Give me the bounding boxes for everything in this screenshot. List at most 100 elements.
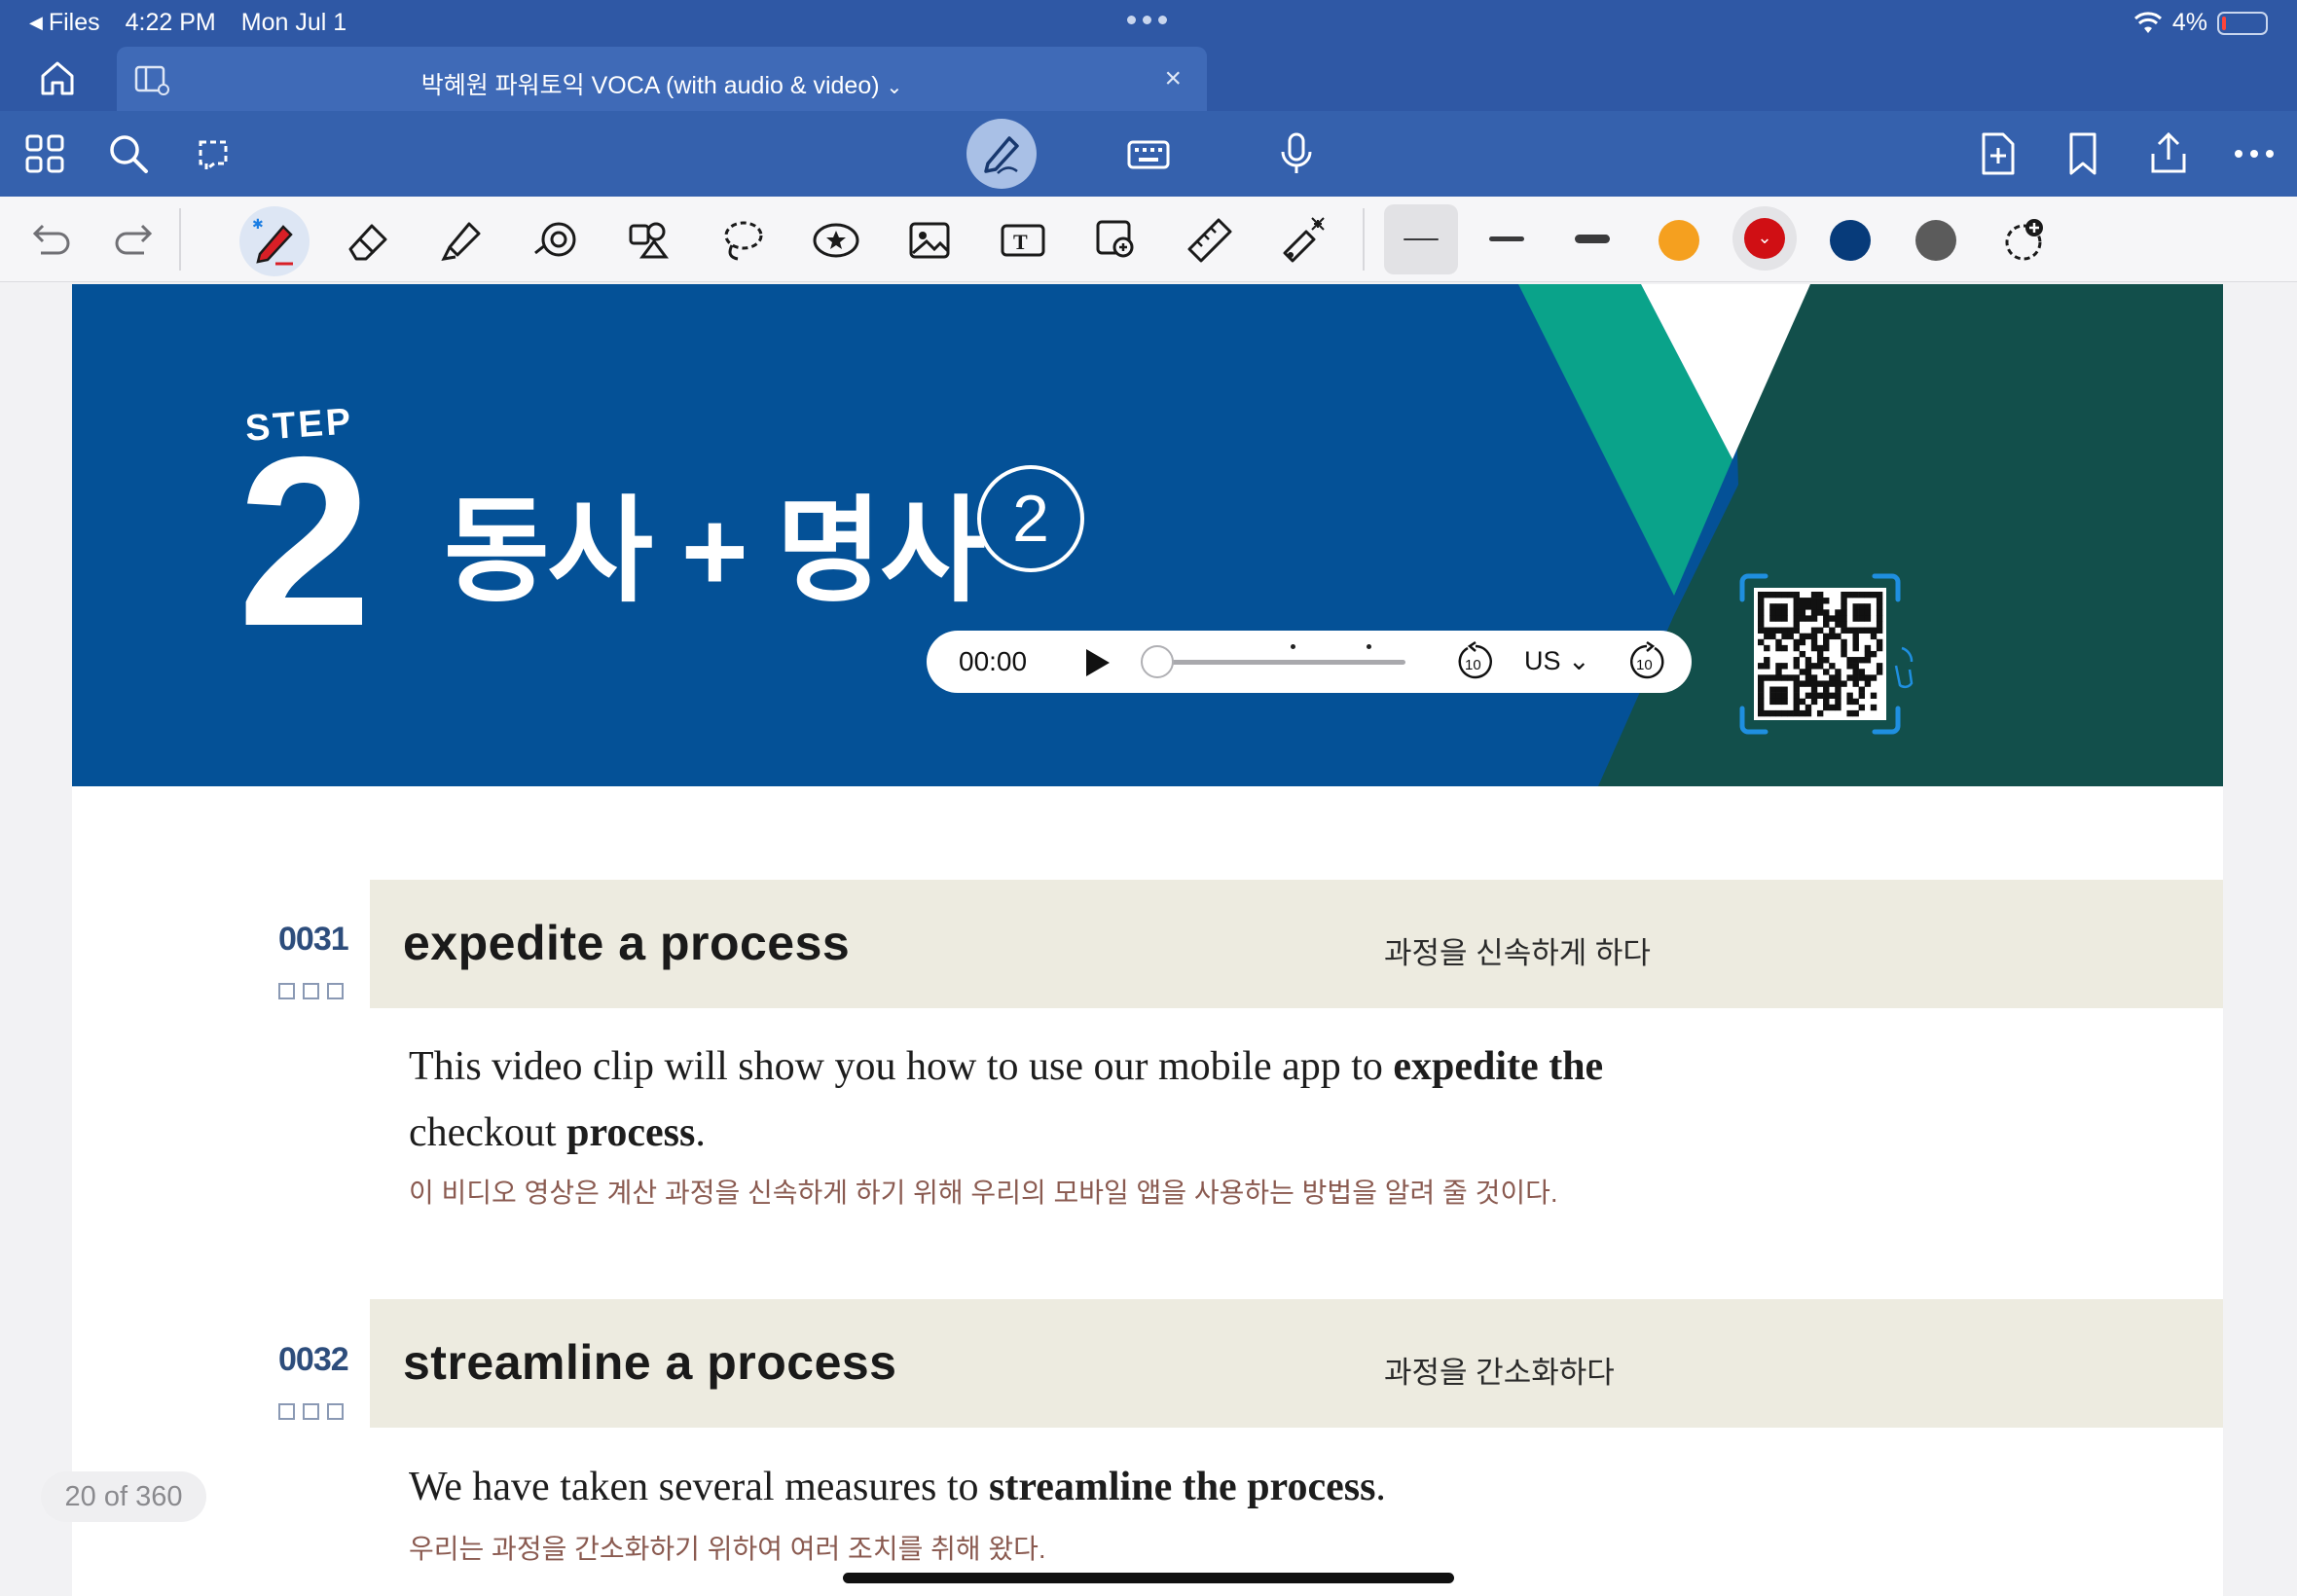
document-page[interactable]: STEP 2 동사 + 명사 2 00:00 10 US ⌄ 10 0031 e…: [72, 284, 2223, 1596]
bookmark-icon[interactable]: [2060, 130, 2106, 177]
add-page-icon[interactable]: [1974, 130, 2021, 177]
microphone-icon[interactable]: [1273, 130, 1320, 177]
entry-translation: 우리는 과정을 간소화하기 위하여 여러 조치를 취해 왔다.: [409, 1534, 1046, 1564]
sticker-tool-button[interactable]: [810, 214, 862, 267]
entry-number: 0032: [278, 1341, 349, 1378]
eraser-icon: [348, 224, 387, 261]
example-text: .: [1375, 1465, 1386, 1509]
battery-percent: 4%: [2171, 9, 2207, 36]
close-tab-icon[interactable]: ×: [1164, 62, 1182, 95]
page-counter[interactable]: 20 of 360: [41, 1471, 206, 1522]
entry-check-boxes[interactable]: [278, 983, 344, 999]
shapes-icon: [629, 222, 669, 259]
main-toolbar: [0, 111, 2297, 197]
step-number: 2: [237, 406, 372, 676]
shape-icon: [534, 222, 576, 257]
grid-view-icon[interactable]: [21, 130, 68, 177]
rewind-10-icon[interactable]: 10: [1454, 640, 1497, 683]
undo-button[interactable]: [23, 214, 76, 267]
forward-10-icon[interactable]: 10: [1625, 640, 1668, 683]
audio-progress-track[interactable]: [1143, 660, 1405, 665]
example-text: .: [695, 1110, 706, 1155]
rewind-seconds: 10: [1465, 657, 1481, 673]
wifi-icon: [2133, 11, 2162, 33]
document-tab[interactable]: 박혜원 파워토익 VOCA (with audio & video) ⌄ ×: [117, 47, 1207, 111]
multitasking-dots-icon[interactable]: [1127, 16, 1167, 24]
image-tool-button[interactable]: [903, 214, 956, 267]
home-indicator[interactable]: [843, 1573, 1454, 1583]
stroke-thick-button[interactable]: [1555, 204, 1629, 274]
annotation-toolbar: ✱ T ⌄: [0, 197, 2297, 282]
entry-translation: 이 비디오 영상은 계산 과정을 신속하게 하기 위해 우리의 모바일 앱을 사…: [409, 1178, 1558, 1208]
pen-tool-button[interactable]: ✱: [239, 206, 310, 276]
back-app-label: Files: [48, 9, 100, 36]
highlighter-tool-button[interactable]: [436, 214, 489, 267]
color-swatch-red-selected[interactable]: ⌄: [1732, 206, 1797, 271]
back-to-app-link[interactable]: ◀ Files: [29, 9, 100, 37]
search-icon[interactable]: [105, 130, 152, 177]
status-bar: ◀ Files 4:22 PM Mon Jul 1 4%: [0, 0, 2297, 45]
keyboard-icon[interactable]: [1125, 130, 1172, 177]
lasso-tool-button[interactable]: [716, 214, 769, 267]
check-box[interactable]: [303, 1403, 319, 1420]
chevron-down-icon: ⌄: [1568, 646, 1590, 675]
check-box[interactable]: [278, 1403, 295, 1420]
pen-mode-button[interactable]: [966, 119, 1037, 189]
status-time: 4:22 PM: [125, 9, 216, 36]
audio-scrubber-handle[interactable]: [1141, 645, 1174, 678]
more-options-icon[interactable]: [2231, 130, 2278, 177]
ruler-icon: [1187, 218, 1232, 263]
add-color-icon: [2005, 219, 2043, 261]
chevron-down-icon[interactable]: ⌄: [887, 77, 903, 98]
qr-code-icon[interactable]: [1738, 572, 1914, 747]
entry-number: 0031: [278, 921, 349, 958]
entry-meaning: 과정을 신속하게 하다: [1384, 936, 1651, 970]
check-box[interactable]: [303, 983, 319, 999]
stroke-medium-button[interactable]: [1470, 204, 1544, 274]
stroke-thin-button[interactable]: [1384, 204, 1458, 274]
document-tab-title: 박혜원 파워토익 VOCA (with audio & video): [420, 72, 880, 99]
audio-language: US: [1524, 646, 1561, 675]
audio-chapter-marker: [1367, 644, 1371, 649]
example-text: We have taken several measures to: [409, 1465, 990, 1509]
undo-icon: [32, 224, 70, 255]
ruler-tool-button[interactable]: [1184, 214, 1236, 267]
text-tool-button[interactable]: T: [997, 214, 1049, 267]
entry-example: We have taken several measures to stream…: [409, 1454, 1674, 1520]
color-swatch-gray[interactable]: [1915, 220, 1956, 261]
shapes-library-button[interactable]: [623, 214, 675, 267]
tab-bar: 박혜원 파워토익 VOCA (with audio & video) ⌄ ×: [0, 45, 2297, 111]
entry-meaning: 과정을 간소화하다: [1384, 1356, 1615, 1390]
redo-button[interactable]: [109, 214, 162, 267]
forward-seconds: 10: [1636, 657, 1653, 673]
svg-text:✱: ✱: [252, 216, 264, 232]
check-box[interactable]: [327, 1403, 344, 1420]
check-box[interactable]: [278, 983, 295, 999]
example-bold-text: expedite the: [1393, 1044, 1604, 1089]
check-box[interactable]: [327, 983, 344, 999]
svg-text:T: T: [1013, 230, 1028, 254]
audio-language-select[interactable]: US ⌄: [1524, 646, 1590, 676]
play-icon[interactable]: [1082, 647, 1112, 678]
audio-player: 00:00 10 US ⌄ 10: [927, 631, 1692, 693]
scan-image-icon: [1096, 220, 1134, 258]
scan-tool-button[interactable]: [1090, 214, 1143, 267]
step-banner: STEP 2 동사 + 명사 2 00:00 10 US ⌄ 10: [72, 284, 2223, 786]
entry-check-boxes[interactable]: [278, 1403, 344, 1420]
shape-tool-button[interactable]: [529, 214, 582, 267]
share-icon[interactable]: [2145, 130, 2192, 177]
eraser-tool-button[interactable]: [343, 214, 395, 267]
pen-icon: [984, 136, 1019, 174]
color-swatch-orange[interactable]: [1659, 220, 1699, 261]
home-icon[interactable]: [35, 58, 80, 97]
laser-pointer-button[interactable]: [1277, 214, 1330, 267]
sticker-icon: [813, 223, 859, 258]
text-box-icon: T: [1001, 224, 1045, 257]
lasso-select-icon[interactable]: [191, 130, 237, 177]
example-bold-text: streamline the process: [989, 1465, 1376, 1509]
example-text: This video clip will show you how to use…: [409, 1044, 1394, 1089]
battery-icon: [2217, 11, 2268, 35]
redo-icon: [115, 224, 153, 255]
add-color-button[interactable]: [1997, 214, 2050, 267]
color-swatch-navy[interactable]: [1830, 220, 1871, 261]
